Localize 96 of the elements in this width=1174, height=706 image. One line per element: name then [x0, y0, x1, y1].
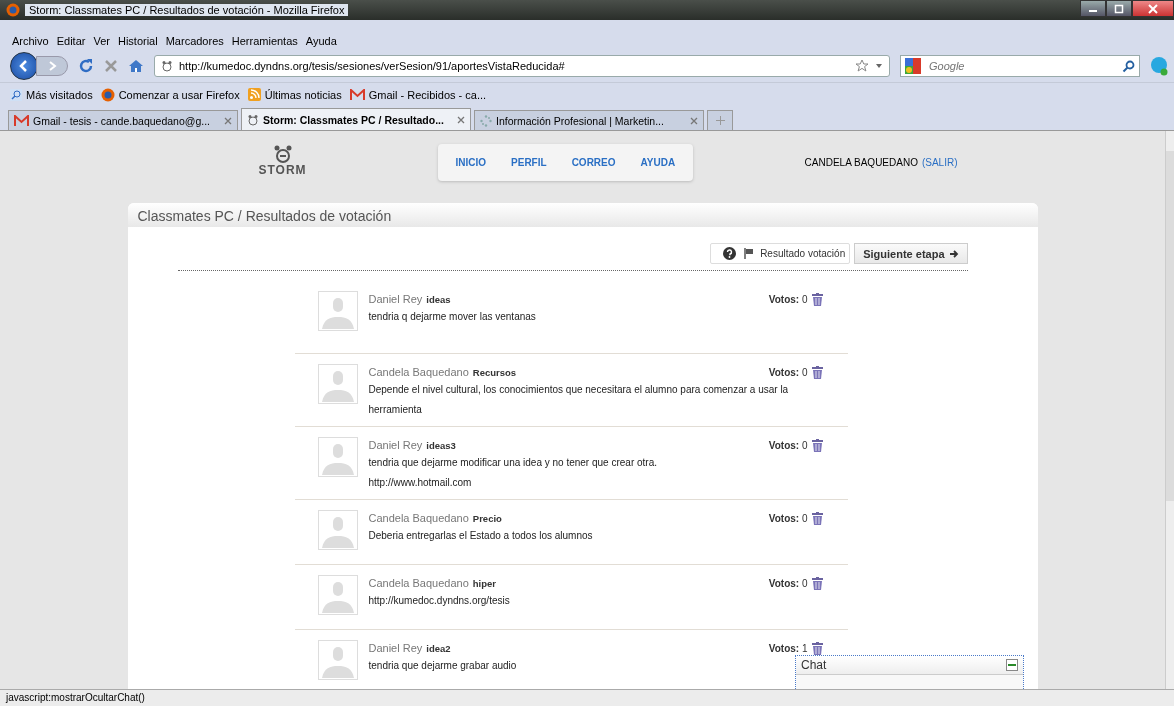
avatar-icon [317, 510, 358, 550]
avatar-icon [317, 437, 358, 477]
avatar-icon [317, 291, 358, 331]
firefox-icon [100, 87, 115, 102]
address-field[interactable]: http://kumedoc.dyndns.org/tesis/sesiones/verSesion/91/aportesVistaReducida# [154, 55, 890, 77]
panel-title: Classmates PC / Resultados de votación [127, 203, 1038, 227]
trash-icon[interactable] [811, 438, 823, 452]
avatar-icon [317, 575, 358, 615]
menu-item[interactable]: Herramientas [231, 35, 298, 47]
vote-count: Votos: 0 [768, 293, 808, 305]
search-icon[interactable] [1122, 59, 1135, 73]
menu-item[interactable]: Editar [56, 35, 86, 47]
back-button[interactable] [10, 52, 38, 80]
close-icon[interactable] [224, 116, 232, 125]
avatar-icon [317, 640, 358, 680]
post-text: http://kumedoc.dyndns.org/tesis [368, 594, 510, 608]
minimize-button[interactable] [1080, 0, 1106, 17]
menu-item[interactable]: Ver [93, 35, 110, 47]
post-author: Daniel Rey [368, 642, 423, 654]
nav-link[interactable]: PERFIL [511, 156, 547, 168]
bookmark-item[interactable]: Comenzar a usar Firefox [100, 87, 240, 102]
post-author: Candela Baquedano [368, 512, 469, 524]
google-icon[interactable] [905, 58, 923, 74]
post-text: http://www.hotmail.com [368, 476, 472, 490]
window-title: Storm: Classmates PC / Resultados de votación - Mozilla Firefox [25, 4, 349, 16]
logout-link[interactable]: (SALIR) [921, 156, 958, 168]
bookmark-item[interactable]: Más visitados [10, 88, 93, 101]
site-icon [161, 60, 173, 72]
post-author: Candela Baquedano [368, 366, 469, 378]
browser-tab[interactable]: Gmail - tesis - cande.baquedano@g... [8, 110, 238, 130]
post-topic: hiper [472, 577, 497, 589]
close-icon [1148, 3, 1158, 14]
close-icon[interactable] [457, 115, 465, 124]
arrow-right-icon [949, 249, 959, 258]
minus-icon [1008, 664, 1016, 666]
bookmark-item[interactable]: Últimas noticias [247, 88, 342, 101]
reload-icon[interactable] [78, 58, 94, 74]
flag-icon [744, 248, 755, 259]
post-text: tendria que dejarme grabar audio [368, 659, 517, 673]
post-topic: ideas3 [426, 439, 456, 451]
status-bar: javascript:mostrarOcultarChat() [0, 689, 1174, 706]
help-icon[interactable] [723, 247, 737, 260]
post-text: tendria que dejarme modificar una idea y no tener que crear otra. [368, 456, 657, 470]
maximize-button[interactable] [1106, 0, 1132, 17]
close-button[interactable] [1132, 0, 1174, 17]
maximize-icon [1114, 3, 1124, 14]
plus-icon [715, 116, 725, 125]
vote-count: Votos: 0 [768, 366, 808, 378]
search-icon [10, 88, 22, 101]
nav-link[interactable]: INICIO [455, 156, 487, 168]
site-logo[interactable]: STORM [127, 145, 398, 177]
post-text: Depende el nivel cultural, los conocimientos que necesitara el alumno para comenzar a usar la herramienta [368, 383, 790, 417]
home-icon[interactable] [128, 58, 144, 74]
bookmark-item[interactable]: Gmail - Recibidos - ca... [349, 88, 487, 101]
post-author: Daniel Rey [368, 293, 423, 305]
menu-item[interactable]: Archivo [12, 35, 49, 47]
nav-link[interactable]: AYUDA [640, 156, 676, 168]
post-topic: Precio [472, 512, 502, 524]
dropdown-icon[interactable] [875, 63, 883, 69]
close-icon[interactable] [690, 116, 698, 125]
search-field[interactable]: Google [900, 55, 1140, 77]
vote-count: Votos: 1 [768, 642, 808, 654]
post-author: Daniel Rey [368, 439, 423, 451]
rss-icon [247, 88, 261, 101]
site-icon [247, 113, 259, 126]
avatar-icon [317, 364, 358, 404]
star-icon[interactable] [855, 59, 869, 73]
post-text: tendria q dejarme mover las ventanas [368, 310, 536, 324]
post-text: Deberia entregarlas el Estado a todos los alumnos [368, 529, 593, 543]
trash-icon[interactable] [811, 641, 823, 655]
user-name: CANDELA BAQUEDANO [804, 156, 918, 168]
browser-tab[interactable]: Información Profesional | Marketin... [474, 110, 704, 130]
vote-count: Votos: 0 [768, 512, 808, 524]
post-author: Candela Baquedano [368, 577, 469, 589]
post-topic: idea2 [426, 642, 451, 654]
next-stage-button[interactable]: Siguiente etapa [854, 243, 968, 264]
browser-tab[interactable]: Storm: Classmates PC / Resultado... [241, 108, 471, 130]
post-topic: ideas [426, 293, 451, 305]
mail-icon [349, 88, 365, 101]
chat-title: Chat [801, 658, 827, 672]
trash-icon[interactable] [811, 576, 823, 590]
vote-count: Votos: 0 [768, 439, 808, 451]
menu-item[interactable]: Marcadores [165, 35, 224, 47]
post-topic: Recursos [472, 366, 517, 378]
trash-icon[interactable] [811, 511, 823, 525]
menu-item[interactable]: Ayuda [305, 35, 337, 47]
trash-icon[interactable] [811, 292, 823, 306]
nav-link[interactable]: CORREO [571, 156, 616, 168]
firefox-icon [6, 3, 20, 17]
minimize-chat-button[interactable] [1006, 659, 1018, 671]
loading-icon [480, 114, 492, 127]
trash-icon[interactable] [811, 365, 823, 379]
mail-icon [14, 114, 29, 127]
menu-item[interactable]: Historial [117, 35, 158, 47]
scrollbar[interactable] [1165, 131, 1174, 689]
vote-count: Votos: 0 [768, 577, 808, 589]
